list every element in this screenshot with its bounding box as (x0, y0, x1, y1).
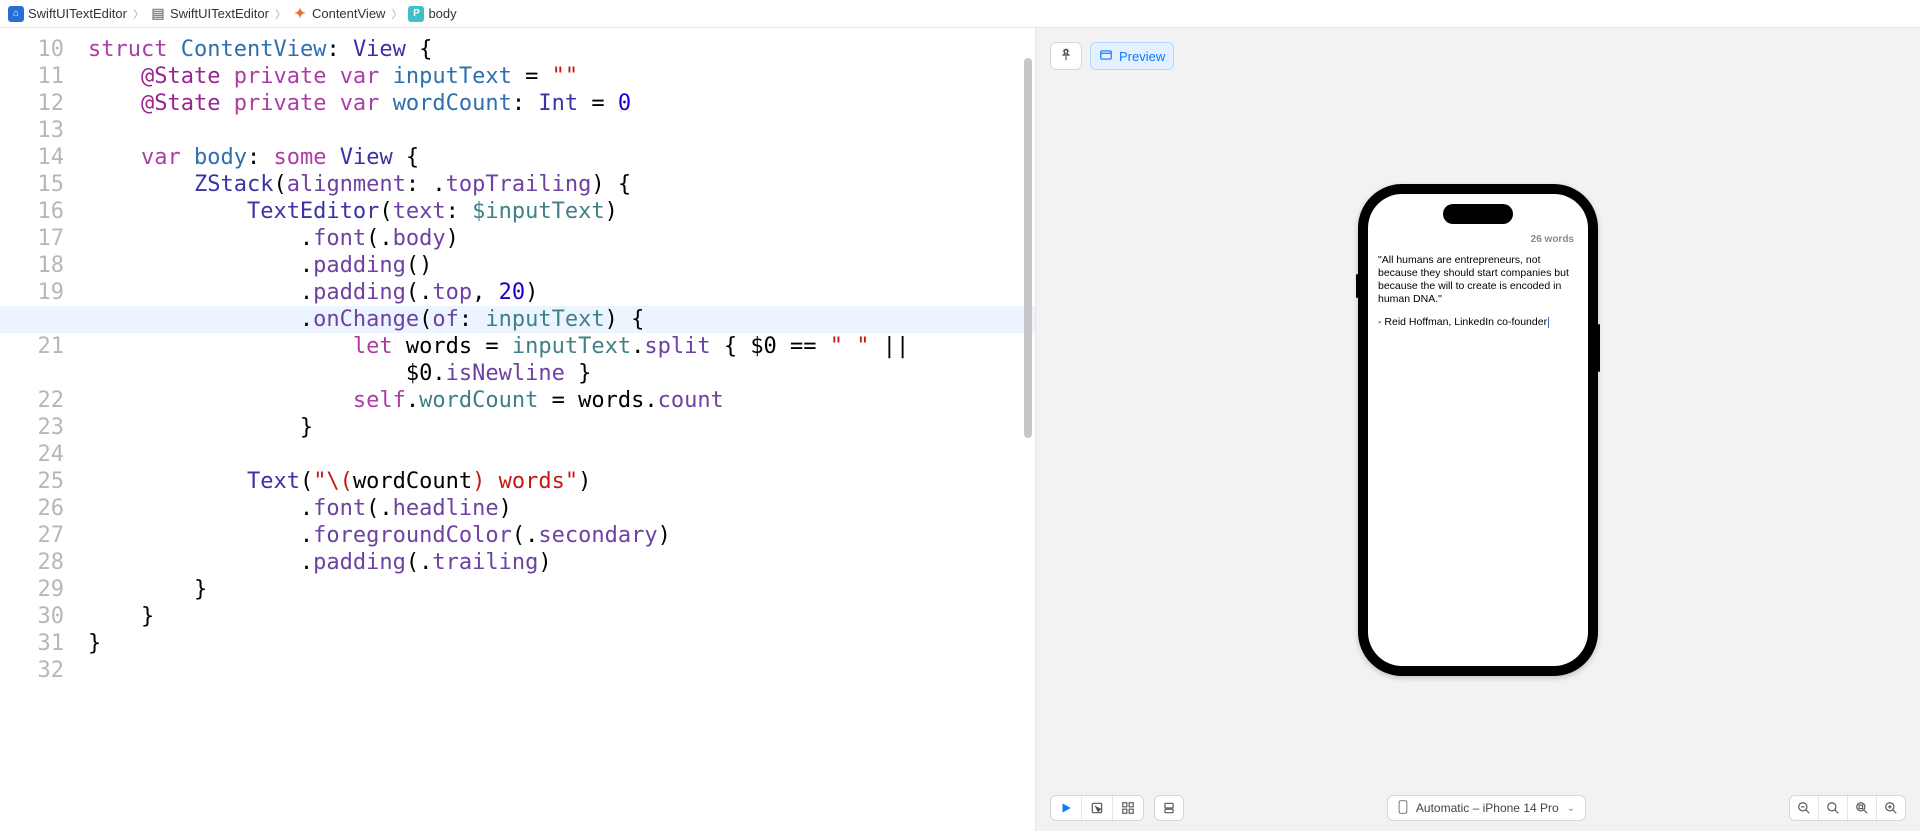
device-frame-iphone: 26 words "All humans are entrepreneurs, … (1358, 184, 1598, 676)
folder-icon: ▤ (150, 6, 166, 22)
dynamic-island (1443, 204, 1513, 224)
swift-icon: ✦ (292, 6, 308, 22)
live-mode-group (1050, 795, 1144, 821)
selectable-mode-button[interactable] (1082, 796, 1113, 820)
breadcrumb-label: SwiftUITextEditor (28, 6, 127, 21)
attribution-text: - Reid Hoffman, LinkedIn co-founder (1378, 316, 1547, 328)
breadcrumb-label: body (428, 6, 456, 21)
zoom-out-button[interactable] (1790, 796, 1819, 820)
zoom-in-button[interactable] (1877, 796, 1905, 820)
pin-button[interactable] (1050, 42, 1082, 70)
live-play-button[interactable] (1051, 796, 1082, 820)
device-screen: 26 words "All humans are entrepreneurs, … (1368, 194, 1588, 666)
code-editor[interactable]: 1011121314151617181920212223242526272829… (0, 28, 1035, 831)
property-icon: P (408, 6, 424, 22)
device-picker[interactable]: Automatic – iPhone 14 Pro ⌄ (1387, 795, 1586, 821)
word-count-label: 26 words (1531, 234, 1574, 245)
chevron-right-icon: 〉 (391, 6, 402, 22)
scrollbar-thumb[interactable] (1024, 58, 1032, 438)
breadcrumb-item-file[interactable]: ✦ ContentView (292, 6, 385, 22)
preview-label: Preview (1119, 49, 1165, 64)
window-icon (1099, 48, 1113, 64)
line-gutter: 1011121314151617181920212223242526272829… (0, 28, 78, 831)
scrollbar[interactable] (1021, 28, 1035, 831)
text-cursor (1548, 317, 1549, 328)
zoom-actual-button[interactable] (1819, 796, 1848, 820)
preview-canvas[interactable]: 26 words "All humans are entrepreneurs, … (1036, 28, 1920, 831)
preview-button[interactable]: Preview (1090, 42, 1174, 70)
code-area[interactable]: struct ContentView: View { @State privat… (78, 28, 1035, 831)
device-settings-button[interactable] (1154, 795, 1184, 821)
variants-button[interactable] (1113, 796, 1143, 820)
breadcrumb-label: ContentView (312, 6, 385, 21)
breadcrumb-item-folder[interactable]: ▤ SwiftUITextEditor (150, 6, 269, 22)
device-picker-label: Automatic – iPhone 14 Pro (1416, 801, 1559, 815)
preview-bottom-toolbar: Automatic – iPhone 14 Pro ⌄ (1036, 795, 1920, 821)
project-icon: ⌂ (8, 6, 24, 22)
chevron-down-icon: ⌄ (1567, 803, 1575, 814)
breadcrumb-label: SwiftUITextEditor (170, 6, 269, 21)
text-editor-content: "All humans are entrepreneurs, not becau… (1378, 254, 1578, 330)
chevron-right-icon: 〉 (275, 6, 286, 22)
zoom-fit-button[interactable] (1848, 796, 1877, 820)
preview-pane: Preview 26 words "All humans are entrepr… (1035, 28, 1920, 831)
phone-icon (1398, 800, 1408, 817)
chevron-right-icon: 〉 (133, 6, 144, 22)
zoom-group (1789, 795, 1906, 821)
breadcrumb: ⌂ SwiftUITextEditor 〉 ▤ SwiftUITextEdito… (0, 0, 1920, 28)
breadcrumb-item-project[interactable]: ⌂ SwiftUITextEditor (8, 6, 127, 22)
quote-text: "All humans are entrepreneurs, not becau… (1378, 254, 1578, 307)
breadcrumb-item-symbol[interactable]: P body (408, 6, 456, 22)
pin-icon (1059, 48, 1073, 64)
